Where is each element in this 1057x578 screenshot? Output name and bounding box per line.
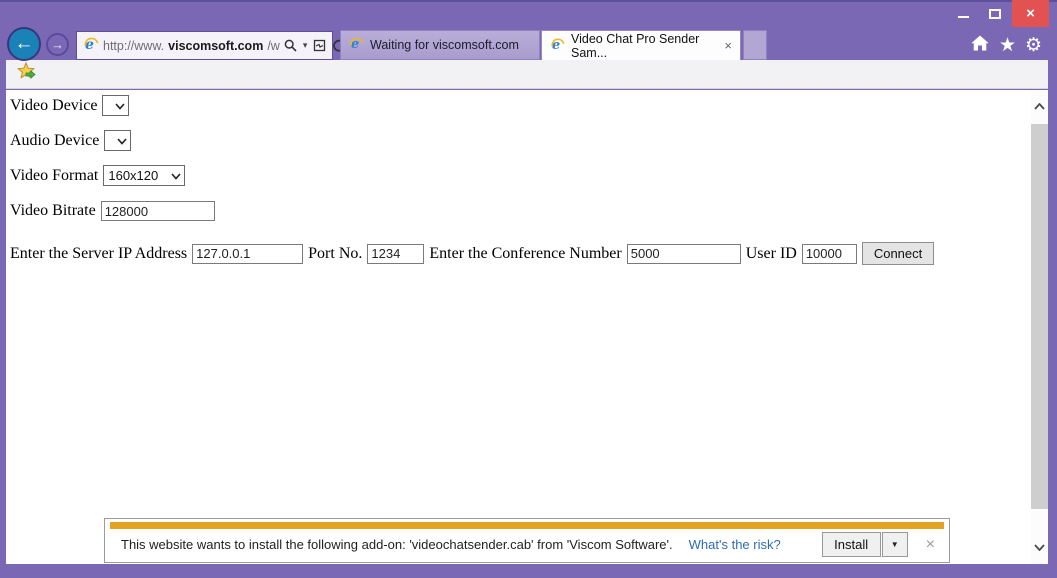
close-window-button[interactable]: × [1012,0,1049,27]
audio-device-select[interactable] [104,130,131,151]
install-button[interactable]: Install [822,532,881,557]
add-favorite-star-icon[interactable] [16,61,37,87]
video-format-value: 160x120 [108,168,158,183]
vertical-scrollbar[interactable] [1031,90,1048,564]
notification-message: This website wants to install the follow… [121,537,673,552]
forward-button[interactable]: → [46,33,69,56]
user-id-input[interactable] [802,244,857,264]
minimize-button[interactable] [948,0,978,27]
port-input[interactable] [367,244,424,264]
video-format-label: Video Format [10,167,98,185]
tab-close-icon[interactable]: × [724,38,732,53]
scroll-down-arrow-icon[interactable] [1031,539,1048,556]
port-label: Port No. [308,245,362,263]
favorites-star-icon[interactable]: ★ [999,35,1016,57]
server-ip-input[interactable] [192,244,303,264]
tab-label: Waiting for viscomsoft.com [370,38,519,52]
tab-label: Video Chat Pro Sender Sam... [571,32,718,60]
video-bitrate-input[interactable] [101,201,215,221]
video-device-select[interactable] [102,95,129,116]
connect-button[interactable]: Connect [862,242,934,265]
url-domain: viscomsoft.com [168,39,263,53]
user-id-label: User ID [746,245,797,263]
maximize-button[interactable] [980,0,1010,27]
settings-gear-icon[interactable]: ⚙ [1025,35,1042,57]
ie-logo-icon: e [83,36,99,55]
minimize-icon [958,16,969,18]
scroll-up-arrow-icon[interactable] [1031,98,1048,115]
chevron-down-icon [115,98,125,113]
video-format-row: Video Format 160x120 [10,165,185,186]
browser-chrome-icons: ★ ⚙ [970,33,1042,58]
tab-favicon-icon: e [550,37,565,55]
maximize-icon [989,9,1001,19]
install-split-button: Install ▼ [822,532,908,557]
video-device-row: Video Device [10,95,129,116]
tab-bar: e Waiting for viscomsoft.com e Video Cha… [340,30,767,60]
video-device-label: Video Device [10,97,97,115]
server-ip-label: Enter the Server IP Address [10,245,187,263]
chevron-down-icon [117,133,127,148]
back-button[interactable]: ← [7,27,41,61]
home-icon[interactable] [970,33,990,58]
forward-arrow-icon: → [51,37,64,52]
tab-video-chat-sender[interactable]: e Video Chat Pro Sender Sam... × [541,30,741,60]
notification-gold-stripe [110,522,944,529]
audio-device-row: Audio Device [10,130,131,151]
video-bitrate-label: Video Bitrate [10,202,96,220]
whats-the-risk-link[interactable]: What's the risk? [689,537,781,552]
chevron-down-icon [171,168,181,183]
new-tab-button[interactable] [743,30,767,60]
browser-window: × ← → e http://www. viscomsoft.com/w ▾ e [0,0,1057,578]
notification-close-icon[interactable]: × [924,536,935,554]
close-icon: × [1026,5,1035,22]
search-dropdown-caret-icon[interactable]: ▾ [303,40,308,51]
url-suffix: /w [267,39,280,53]
compatibility-view-icon[interactable] [313,39,326,52]
install-notification-bar: This website wants to install the follow… [104,518,950,563]
back-arrow-icon: ← [15,33,34,55]
video-bitrate-row: Video Bitrate [10,201,215,221]
connection-row: Enter the Server IP Address Port No. Ent… [10,242,934,265]
search-icon[interactable] [284,39,297,52]
favorites-bar [6,60,1048,89]
tab-waiting[interactable]: e Waiting for viscomsoft.com [340,30,540,60]
audio-device-label: Audio Device [10,132,99,150]
scrollbar-thumb[interactable] [1031,124,1048,509]
page-content: Video Device Audio Device Video Format 1… [6,90,1048,564]
address-bar[interactable]: e http://www. viscomsoft.com/w ▾ [76,31,333,60]
conference-number-label: Enter the Conference Number [429,245,621,263]
video-format-select[interactable]: 160x120 [103,165,185,186]
window-top-edge [0,0,1057,2]
dropdown-caret-icon: ▼ [891,540,899,549]
tab-favicon-icon: e [349,36,364,54]
conference-number-input[interactable] [627,244,741,264]
url-prefix: http://www. [103,39,164,53]
install-dropdown-button[interactable]: ▼ [882,532,908,557]
